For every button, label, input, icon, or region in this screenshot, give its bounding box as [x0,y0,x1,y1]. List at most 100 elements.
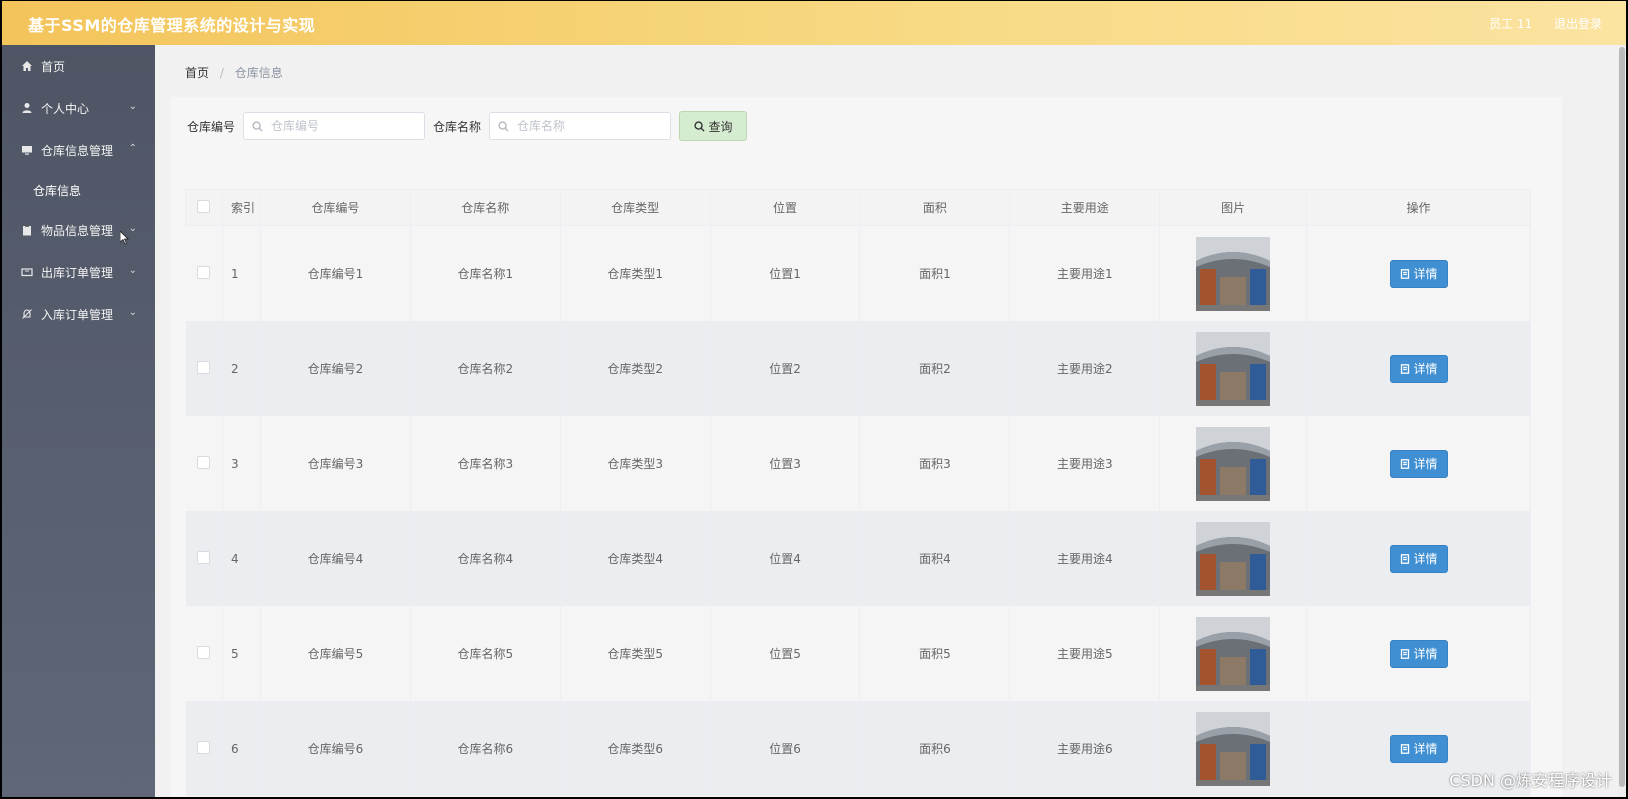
sidebar-item-outbound[interactable]: 出库订单管理 ⌄ [2,251,155,293]
user-name[interactable]: 员工 11 [1489,17,1532,31]
sidebar-item-label: 个人中心 [41,101,90,116]
sidebar-item-warehouse[interactable]: 仓库信息管理 ⌃ [2,129,155,171]
name-label: 仓库名称 [433,119,482,134]
row-checkbox[interactable] [185,416,223,511]
cell-image [1159,416,1308,511]
row-checkbox[interactable] [185,606,223,701]
cell-code: 仓库编号2 [260,321,411,416]
header-location: 位置 [709,189,861,226]
vertical-scrollbar[interactable] [1618,45,1626,797]
sidebar-subitem-warehouse-info[interactable]: 仓库信息 [2,171,155,209]
cell-name: 仓库名称1 [410,225,561,321]
document-icon [1400,458,1409,469]
code-search-input[interactable] [269,118,414,134]
cell-usage: 主要用途6 [1009,701,1161,796]
detail-button-label: 详情 [1413,742,1438,756]
breadcrumb-home[interactable]: 首页 [185,66,209,80]
table-row: 4 仓库编号4 仓库名称4 仓库类型4 位置4 面积4 主要用途4 详情 [185,511,1531,606]
table-row: 6 仓库编号6 仓库名称6 仓库类型6 位置6 面积6 主要用途6 详情 [185,701,1531,796]
detail-button[interactable]: 详情 [1389,544,1448,573]
cell-code: 仓库编号5 [260,606,411,701]
row-checkbox[interactable] [185,321,223,416]
detail-button[interactable]: 详情 [1389,639,1448,668]
table-row: 5 仓库编号5 仓库名称5 仓库类型5 位置5 面积5 主要用途5 详情 [185,606,1531,701]
cell-area: 面积6 [859,701,1011,796]
top-right-menu: 员工 11 退出登录 [1471,15,1602,32]
header-name: 仓库名称 [409,189,561,226]
header-usage: 主要用途 [1009,189,1161,226]
monitor-icon [20,143,34,157]
sidebar-item-label: 首页 [41,59,66,74]
cell-type: 仓库类型3 [560,416,711,511]
row-checkbox[interactable] [185,225,223,321]
warehouse-photo[interactable] [1196,331,1271,406]
warehouse-photo[interactable] [1196,711,1271,786]
warehouse-table: 索引 仓库编号 仓库名称 仓库类型 位置 面积 主要用途 图片 操作 1 仓库编号… [185,189,1531,796]
sidebar-item-label: 物品信息管理 [41,223,114,238]
logout-link[interactable]: 退出登录 [1554,17,1602,31]
cell-name: 仓库名称2 [410,321,561,416]
detail-button[interactable]: 详情 [1389,354,1448,383]
search-icon [252,120,263,132]
header-index: 索引 [221,189,261,226]
warehouse-photo[interactable] [1196,521,1271,596]
chevron-down-icon: ⌄ [128,307,137,318]
cell-index: 3 [222,416,261,511]
cell-name: 仓库名称4 [410,511,561,606]
warehouse-photo[interactable] [1196,616,1271,691]
sidebar-item-goods[interactable]: 物品信息管理 ⌄ [2,209,155,251]
code-search-field[interactable] [243,112,426,140]
cell-actions: 详情 [1306,321,1531,416]
cell-usage: 主要用途3 [1009,416,1161,511]
cell-actions: 详情 [1306,606,1531,701]
warehouse-photo[interactable] [1196,236,1271,311]
cell-image [1159,225,1308,321]
table-row: 1 仓库编号1 仓库名称1 仓库类型1 位置1 面积1 主要用途1 详情 [185,225,1531,321]
cell-location: 位置2 [710,321,861,416]
select-all-checkbox[interactable] [185,189,223,226]
cell-index: 2 [222,321,261,416]
name-search-field[interactable] [489,112,672,140]
breadcrumb-current: 仓库信息 [234,66,283,80]
cell-area: 面积4 [859,511,1011,606]
cell-type: 仓库类型1 [560,225,711,321]
chevron-down-icon: ⌄ [128,101,137,112]
sidebar-item-inbound[interactable]: 入库订单管理 ⌄ [2,293,155,335]
document-icon [1400,743,1409,754]
name-search-input[interactable] [515,118,660,134]
cell-image [1159,511,1308,606]
row-checkbox[interactable] [185,511,223,606]
content-panel: 仓库编号 仓库名称 查询 [171,97,1562,797]
cell-code: 仓库编号3 [260,416,411,511]
cell-name: 仓库名称3 [410,416,561,511]
cell-location: 位置1 [710,225,861,321]
cell-area: 面积2 [859,321,1011,416]
watermark: CSDN @炼安程序设计 [1449,771,1612,790]
user-icon [20,101,34,115]
cell-code: 仓库编号1 [260,225,411,321]
query-button-label: 查询 [708,119,733,134]
cell-actions: 详情 [1306,416,1531,511]
cell-area: 面积5 [859,606,1011,701]
cell-type: 仓库类型5 [560,606,711,701]
warehouse-photo[interactable] [1196,426,1271,501]
sidebar-item-personal[interactable]: 个人中心 ⌄ [2,87,155,129]
cell-index: 4 [222,511,261,606]
detail-button[interactable]: 详情 [1389,734,1448,763]
main-content: 首页 / 仓库信息 仓库编号 仓库名称 查询 [155,45,1626,797]
cell-area: 面积3 [859,416,1011,511]
cell-code: 仓库编号4 [260,511,411,606]
table-row: 3 仓库编号3 仓库名称3 仓库类型3 位置3 面积3 主要用途3 详情 [185,416,1531,511]
mouse-cursor-icon [120,231,129,245]
sidebar-item-label: 仓库信息管理 [41,143,114,158]
detail-button[interactable]: 详情 [1389,259,1448,288]
detail-button[interactable]: 详情 [1389,449,1448,478]
top-bar: 基于SSM的仓库管理系统的设计与实现 员工 11 退出登录 [2,1,1626,46]
app-window: 基于SSM的仓库管理系统的设计与实现 员工 11 退出登录 首页 个人中心 ⌄ … [2,1,1626,797]
detail-button-label: 详情 [1413,552,1438,566]
query-button[interactable]: 查询 [679,111,748,141]
row-checkbox[interactable] [185,701,223,796]
app-title: 基于SSM的仓库管理系统的设计与实现 [28,16,316,35]
cell-name: 仓库名称5 [410,606,561,701]
sidebar-item-home[interactable]: 首页 [2,45,155,87]
